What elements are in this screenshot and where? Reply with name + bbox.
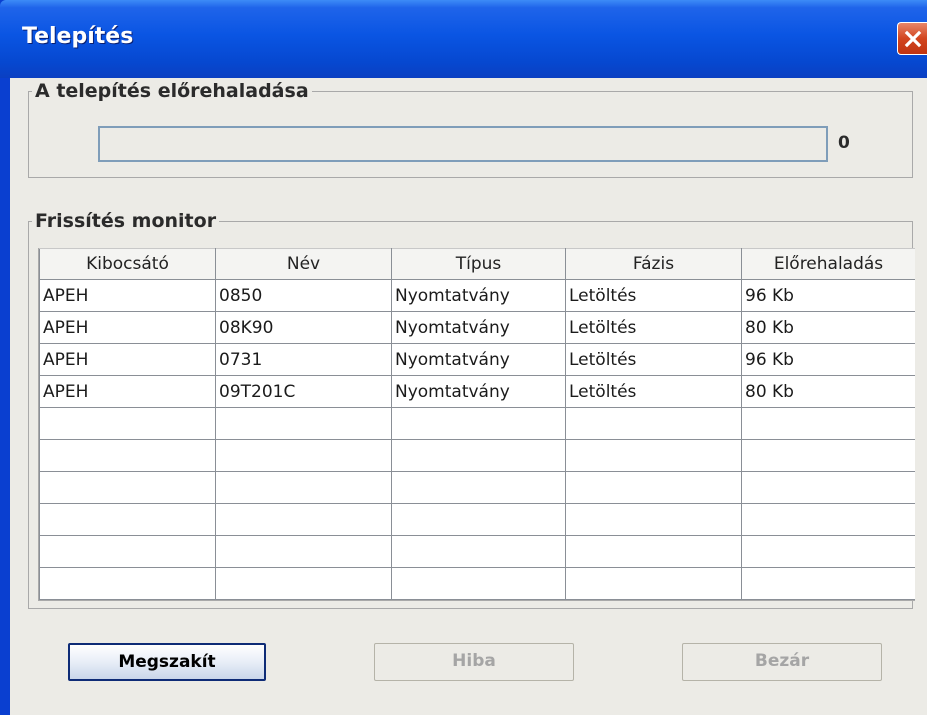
table-cell: Letöltés — [565, 279, 742, 312]
table-cell: 0731 — [215, 343, 392, 376]
table-cell: Nyomtatvány — [391, 375, 566, 408]
table-cell — [741, 567, 915, 600]
table-row[interactable] — [39, 535, 915, 568]
column-header[interactable]: Kibocsátó — [39, 248, 216, 280]
update-monitor-group: Frissítés monitor Kibocsátó Név Típus Fázis… — [28, 210, 915, 609]
table-header-row: Kibocsátó Név Típus Fázis Előrehaladás — [39, 248, 915, 280]
table-cell — [565, 535, 742, 568]
update-monitor-table[interactable]: Kibocsátó Név Típus Fázis Előrehaladás APEH 0… — [38, 248, 915, 601]
column-header[interactable]: Név — [215, 248, 392, 280]
close-button[interactable]: Bezár — [682, 643, 882, 681]
table-row[interactable] — [39, 471, 915, 504]
column-header[interactable]: Előrehaladás — [741, 248, 915, 280]
table-cell: Letöltés — [565, 375, 742, 408]
install-progress-bar — [98, 126, 828, 162]
table-cell — [741, 407, 915, 440]
window-title: Telepítés — [22, 24, 134, 49]
table-cell — [741, 439, 915, 472]
table-cell: 96 Kb — [741, 279, 915, 312]
install-progress-value: 0 — [838, 133, 850, 153]
column-header[interactable]: Fázis — [565, 248, 742, 280]
table-cell — [565, 567, 742, 600]
table-cell: 08K90 — [215, 311, 392, 344]
table-row[interactable] — [39, 407, 915, 440]
table-cell — [39, 503, 216, 536]
table-cell — [215, 535, 392, 568]
table-cell: APEH — [39, 279, 216, 312]
table-cell — [215, 439, 392, 472]
table-cell — [741, 503, 915, 536]
table-cell: Nyomtatvány — [391, 279, 566, 312]
table-cell: 0850 — [215, 279, 392, 312]
table-cell — [39, 407, 216, 440]
table-cell: Letöltés — [565, 343, 742, 376]
table-row[interactable] — [39, 439, 915, 472]
table-cell: APEH — [39, 343, 216, 376]
table-cell — [39, 439, 216, 472]
update-monitor-title: Frissítés monitor — [32, 210, 220, 232]
table-cell: Nyomtatvány — [391, 311, 566, 344]
table-cell: APEH — [39, 311, 216, 344]
table-cell — [391, 535, 566, 568]
dialog-body: A telepítés előrehaladása 0 Frissítés mo… — [10, 78, 927, 715]
table-row[interactable]: APEH 08K90 Nyomtatvány Letöltés 80 Kb — [39, 311, 915, 344]
table-row[interactable] — [39, 567, 915, 600]
table-cell — [39, 471, 216, 504]
table-cell — [391, 503, 566, 536]
table-cell — [39, 567, 216, 600]
table-cell — [215, 503, 392, 536]
table-cell — [565, 503, 742, 536]
table-cell — [215, 407, 392, 440]
table-cell — [391, 567, 566, 600]
table-cell: Nyomtatvány — [391, 343, 566, 376]
error-button[interactable]: Hiba — [374, 643, 574, 681]
table-cell — [565, 439, 742, 472]
title-bar[interactable]: Telepítés — [0, 0, 927, 78]
table-cell — [391, 407, 566, 440]
table-row[interactable] — [39, 503, 915, 536]
table-row[interactable]: APEH 0731 Nyomtatvány Letöltés 96 Kb — [39, 343, 915, 376]
close-window-button[interactable] — [897, 22, 927, 55]
table-cell — [741, 471, 915, 504]
abort-button[interactable]: Megszakít — [68, 643, 266, 681]
table-cell: Letöltés — [565, 311, 742, 344]
table-cell — [565, 407, 742, 440]
table-cell: 09T201C — [215, 375, 392, 408]
table-cell — [741, 535, 915, 568]
install-progress-group: A telepítés előrehaladása 0 — [28, 80, 913, 178]
install-progress-title: A telepítés előrehaladása — [32, 80, 312, 102]
table-row[interactable]: APEH 09T201C Nyomtatvány Letöltés 80 Kb — [39, 375, 915, 408]
table-cell — [215, 471, 392, 504]
close-icon — [904, 30, 922, 48]
installer-window: Telepítés A telepítés előrehaladása 0 Fr… — [0, 0, 927, 715]
table-cell: APEH — [39, 375, 216, 408]
table-cell: 80 Kb — [741, 375, 915, 408]
table-cell — [39, 535, 216, 568]
table-cell — [215, 567, 392, 600]
table-cell — [391, 439, 566, 472]
table-cell — [391, 471, 566, 504]
column-header[interactable]: Típus — [391, 248, 566, 280]
table-row[interactable]: APEH 0850 Nyomtatvány Letöltés 96 Kb — [39, 279, 915, 312]
table-cell: 96 Kb — [741, 343, 915, 376]
table-cell: 80 Kb — [741, 311, 915, 344]
table-cell — [565, 471, 742, 504]
